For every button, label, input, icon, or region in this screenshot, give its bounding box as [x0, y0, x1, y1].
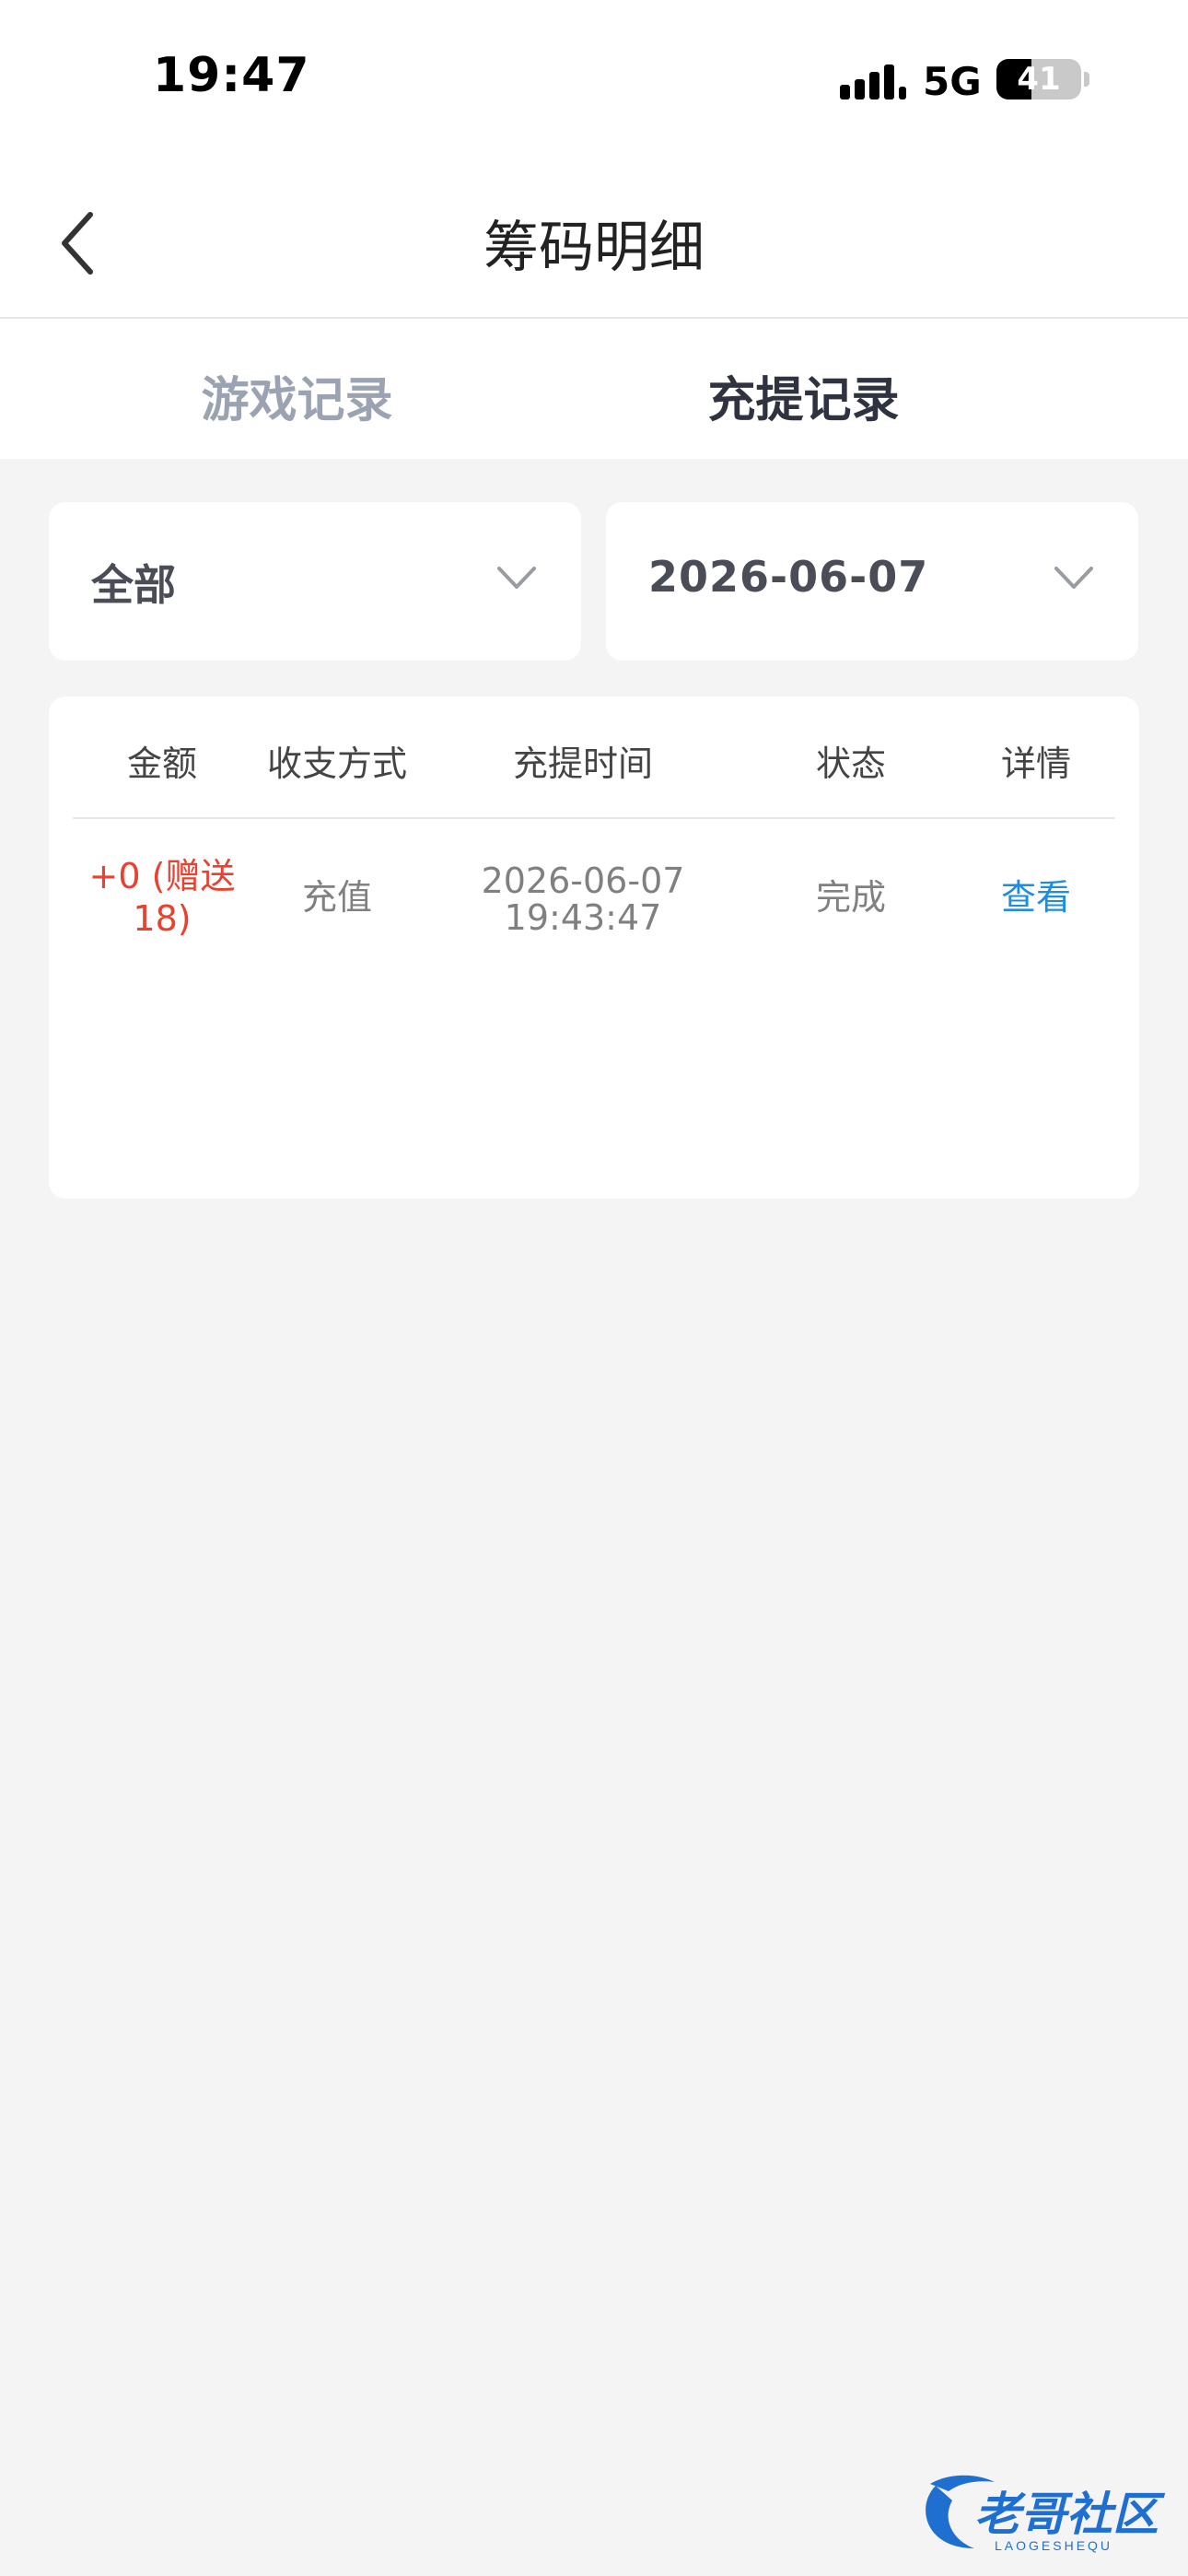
status-cell: 完成 [815, 877, 886, 918]
type-filter-value: 全部 [91, 560, 176, 610]
page-title: 筹码明细 [483, 216, 705, 280]
watermark-text: 老哥社区 [974, 2488, 1166, 2540]
view-detail-link[interactable]: 查看 [953, 876, 1119, 919]
cellular-signal-icon [840, 57, 906, 100]
battery-tip [1084, 72, 1089, 87]
tab-bar: 游戏记录 充提记录 [0, 319, 1188, 459]
column-header-method: 收支方式 [266, 744, 407, 784]
network-type: 5G [923, 59, 982, 104]
watermark-logo: 老哥社区 LAOGESHEQU [917, 2469, 1175, 2558]
status-time: 19:47 [153, 48, 310, 103]
dragon-logo-icon: 老哥社区 LAOGESHEQU [926, 2475, 1166, 2553]
status-bar: 19:47 5G 41 [0, 0, 1188, 157]
method-cell: 充值 [301, 877, 372, 918]
record-time: 19:43:47 [504, 897, 662, 938]
tab-deposit-withdraw-records[interactable]: 充提记录 [594, 361, 1188, 430]
date-filter-dropdown[interactable]: 2026-06-07 [606, 502, 1138, 661]
record-date: 2026-06-07 [481, 861, 685, 901]
amount-cell: +0 (赠送 18) [79, 855, 245, 940]
battery-icon: 41 [996, 59, 1081, 100]
column-header-amount: 金额 [126, 744, 197, 784]
time-cell: 2026-06-07 19:43:47 [445, 862, 721, 936]
tab-game-records[interactable]: 游戏记录 [0, 361, 594, 430]
column-header-time: 充提时间 [512, 744, 653, 784]
column-header-status: 状态 [815, 744, 886, 784]
amount-line: +0 (赠送 [88, 856, 236, 896]
header-divider [73, 817, 1115, 819]
watermark-subtext: LAOGESHEQU [995, 2538, 1112, 2553]
chevron-down-icon [1054, 567, 1093, 589]
chevron-down-icon [497, 567, 536, 589]
records-table: 金额 收支方式 充提时间 状态 详情 +0 (赠送 18) 充值 2026-06… [49, 697, 1139, 1199]
type-filter-dropdown[interactable]: 全部 [49, 502, 581, 661]
date-filter-value: 2026-06-07 [648, 552, 929, 602]
battery-level: 41 [1017, 61, 1061, 98]
amount-line: 18) [133, 898, 192, 939]
column-header-detail: 详情 [1000, 744, 1071, 784]
nav-bar: 筹码明细 [0, 157, 1188, 319]
